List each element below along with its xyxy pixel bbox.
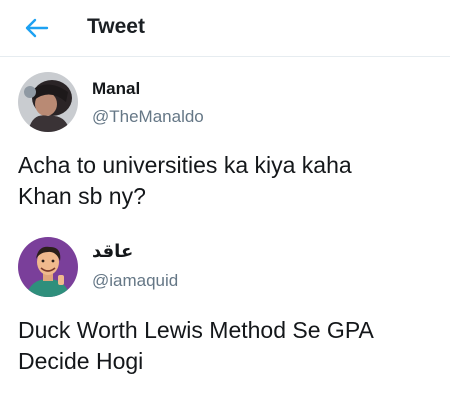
tweet-text-line: Decide Hogi bbox=[18, 348, 144, 374]
back-button[interactable] bbox=[22, 16, 50, 40]
tweet-text-line: Acha to universities ka kiya kaha bbox=[18, 152, 352, 178]
top-bar: Tweet bbox=[0, 0, 450, 56]
tweet-text-line: Khan sb ny? bbox=[18, 183, 146, 209]
page-title: Tweet bbox=[87, 15, 145, 38]
tweet[interactable]: عاقد @iamaquid Duck Worth Lewis Method S… bbox=[0, 227, 450, 404]
display-name[interactable]: عاقد bbox=[92, 241, 133, 262]
tweet-text: Duck Worth Lewis Method Se GPA Decide Ho… bbox=[18, 315, 438, 377]
tweet-text: Acha to universities ka kiya kaha Khan s… bbox=[18, 150, 438, 212]
username[interactable]: @TheManaldo bbox=[92, 107, 204, 127]
username[interactable]: @iamaquid bbox=[92, 271, 178, 291]
tweet[interactable]: Manal @TheManaldo Acha to universities k… bbox=[0, 57, 450, 227]
tweet-text-line: Duck Worth Lewis Method Se GPA bbox=[18, 317, 374, 343]
arrow-left-icon bbox=[25, 18, 49, 38]
display-name[interactable]: Manal bbox=[92, 79, 140, 99]
avatar[interactable] bbox=[18, 72, 78, 132]
avatar[interactable] bbox=[18, 237, 78, 297]
